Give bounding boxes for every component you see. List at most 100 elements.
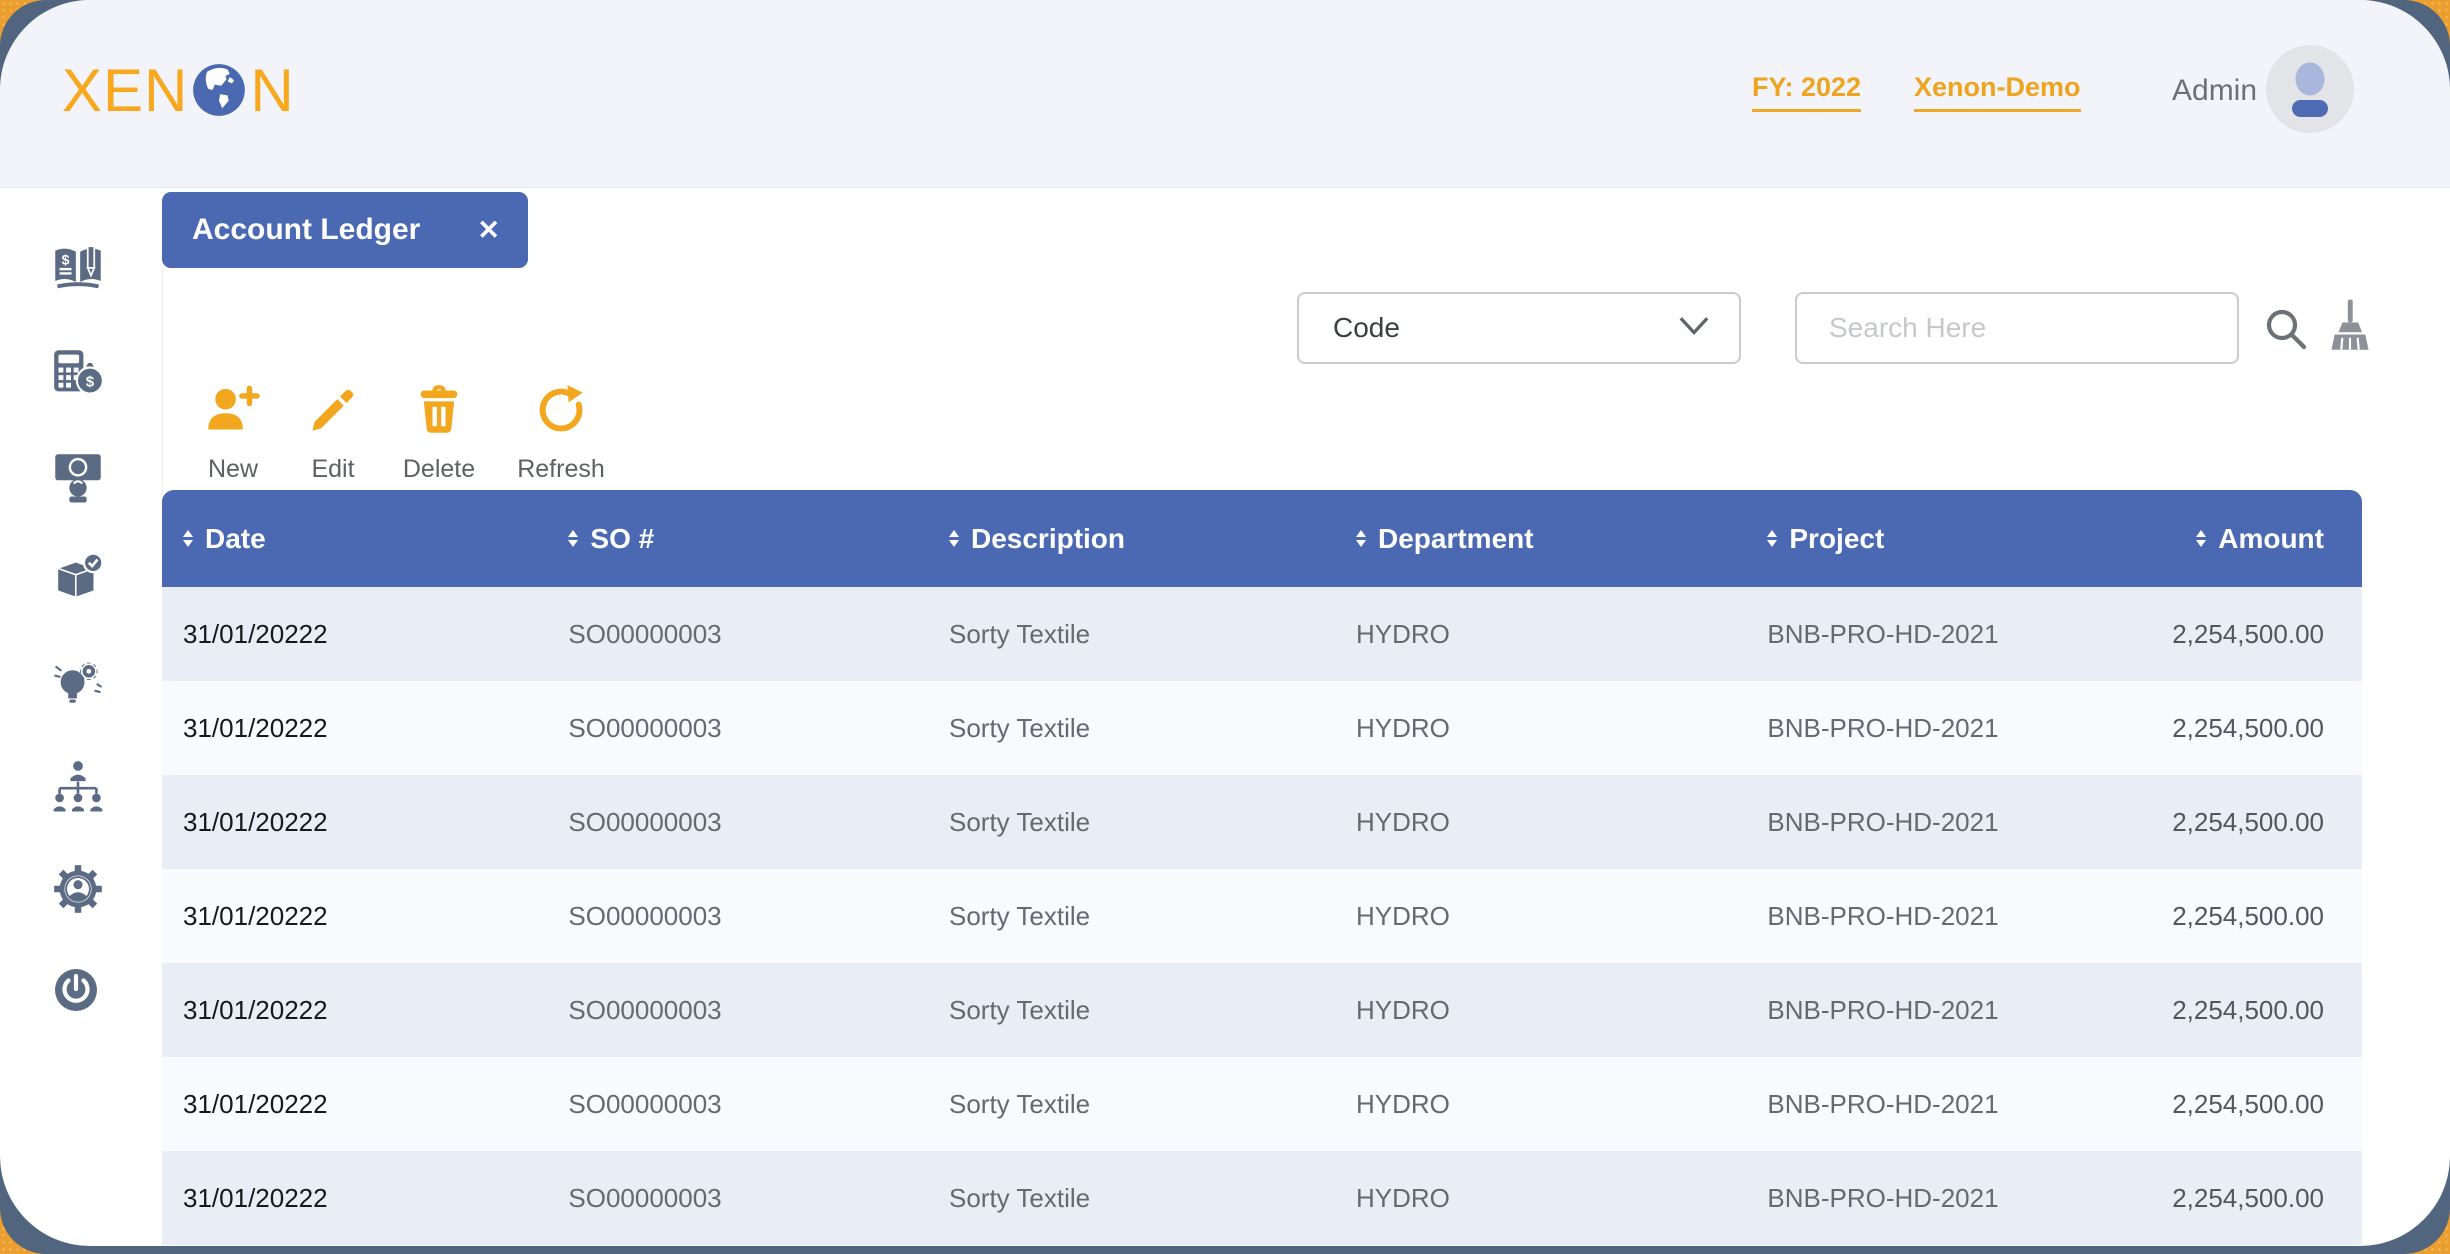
cell-description: Sorty Textile bbox=[948, 618, 1091, 649]
trash-icon bbox=[413, 384, 465, 439]
sort-icon[interactable] bbox=[183, 529, 193, 548]
table-row[interactable]: 31/01/20222 SO00000003 Sorty Textile HYD… bbox=[162, 1151, 2362, 1245]
cell-so: SO00000003 bbox=[568, 1088, 722, 1119]
logo: XEN N bbox=[62, 44, 295, 136]
cell-amount: 2,254,500.00 bbox=[2172, 1182, 2324, 1213]
cell-amount: 2,254,500.00 bbox=[2172, 994, 2324, 1025]
cell-department: HYDRO bbox=[1355, 712, 1450, 743]
cell-description: Sorty Textile bbox=[948, 1182, 1091, 1213]
cell-date: 31/01/20222 bbox=[183, 712, 328, 743]
tab-account-ledger[interactable]: Account Ledger ✕ bbox=[162, 192, 528, 268]
cell-project: BNB-PRO-HD-2021 bbox=[1767, 900, 1999, 931]
column-header-description[interactable]: Description bbox=[942, 490, 1350, 587]
table-row[interactable]: 31/01/20222 SO00000003 Sorty Textile HYD… bbox=[162, 681, 2362, 775]
cell-project: BNB-PRO-HD-2021 bbox=[1767, 712, 1999, 743]
ledger-book-icon: $ bbox=[52, 245, 104, 298]
cell-project: BNB-PRO-HD-2021 bbox=[1767, 806, 1999, 837]
cell-department: HYDRO bbox=[1355, 618, 1450, 649]
sort-icon[interactable] bbox=[2196, 529, 2207, 548]
sidebar-item-planning[interactable] bbox=[52, 654, 104, 706]
sidebar-item-logout[interactable] bbox=[52, 966, 100, 1014]
column-header-project[interactable]: Project bbox=[1761, 490, 2026, 587]
column-header-amount[interactable]: Amount bbox=[2025, 490, 2362, 587]
cell-description: Sorty Textile bbox=[948, 994, 1091, 1025]
tab-title: Account Ledger bbox=[192, 213, 421, 246]
cell-date: 31/01/20222 bbox=[183, 900, 328, 931]
sidebar-item-organization[interactable] bbox=[52, 760, 104, 812]
search-input[interactable] bbox=[1795, 292, 2239, 364]
refresh-button[interactable]: Refresh bbox=[498, 384, 624, 484]
globe-icon bbox=[191, 62, 247, 118]
idea-gears-icon bbox=[52, 662, 104, 709]
sort-icon[interactable] bbox=[568, 529, 579, 548]
cell-department: HYDRO bbox=[1355, 1182, 1450, 1213]
column-header-so[interactable]: SO # bbox=[562, 490, 943, 587]
pencil-icon bbox=[307, 384, 359, 439]
sidebar-item-accounting[interactable]: $ bbox=[52, 347, 104, 399]
edit-button[interactable]: Edit bbox=[284, 384, 382, 484]
sidebar-item-inventory[interactable] bbox=[52, 552, 104, 604]
code-dropdown[interactable]: Code bbox=[1297, 292, 1741, 364]
cell-so: SO00000003 bbox=[568, 806, 722, 837]
person-plus-icon bbox=[205, 384, 261, 439]
cash-payment-icon bbox=[52, 454, 104, 506]
clear-filter-button[interactable] bbox=[2326, 298, 2374, 360]
cell-department: HYDRO bbox=[1355, 900, 1450, 931]
sort-icon[interactable] bbox=[1355, 529, 1366, 548]
company-link[interactable]: Xenon-Demo bbox=[1914, 72, 2081, 112]
cell-date: 31/01/20222 bbox=[183, 1182, 328, 1213]
cell-amount: 2,254,500.00 bbox=[2172, 806, 2324, 837]
table-row[interactable]: 31/01/20222 SO00000003 Sorty Textile HYD… bbox=[162, 1057, 2362, 1151]
ledger-table: Date SO # Description Department Project… bbox=[162, 490, 2362, 1245]
top-bar: XEN N FY: 2022 Xenon-Demo Admin bbox=[0, 0, 2450, 188]
sidebar-item-ledger[interactable]: $ bbox=[52, 243, 104, 295]
org-chart-icon bbox=[52, 761, 104, 815]
cell-date: 31/01/20222 bbox=[183, 1088, 328, 1119]
refresh-button-label: Refresh bbox=[517, 455, 605, 483]
table-row[interactable]: 31/01/20222 SO00000003 Sorty Textile HYD… bbox=[162, 587, 2362, 681]
column-header-date[interactable]: Date bbox=[162, 490, 563, 587]
sidebar-item-user-settings[interactable] bbox=[52, 863, 104, 915]
cell-department: HYDRO bbox=[1355, 1088, 1450, 1119]
fiscal-year-link[interactable]: FY: 2022 bbox=[1752, 72, 1862, 112]
cell-date: 31/01/20222 bbox=[183, 994, 328, 1025]
app-window: XEN N FY: 2022 Xenon-Demo Admin $ $ Acco… bbox=[0, 0, 2450, 1246]
search-icon bbox=[2262, 309, 2310, 357]
sidebar-item-payments[interactable] bbox=[52, 451, 104, 503]
broom-icon bbox=[2326, 299, 2374, 363]
cell-date: 31/01/20222 bbox=[183, 618, 328, 649]
cell-amount: 2,254,500.00 bbox=[2172, 1088, 2324, 1119]
cell-so: SO00000003 bbox=[568, 712, 722, 743]
svg-text:$: $ bbox=[62, 252, 70, 268]
user-settings-icon bbox=[52, 865, 104, 918]
cell-department: HYDRO bbox=[1355, 994, 1450, 1025]
code-dropdown-value: Code bbox=[1333, 312, 1400, 343]
column-header-department[interactable]: Department bbox=[1349, 490, 1762, 587]
logo-text-right: N bbox=[250, 56, 295, 124]
power-icon bbox=[52, 969, 100, 1017]
chevron-down-icon bbox=[1677, 315, 1711, 342]
refresh-icon bbox=[535, 384, 587, 439]
new-button[interactable]: New bbox=[180, 384, 286, 484]
edit-button-label: Edit bbox=[311, 455, 355, 483]
package-check-icon bbox=[52, 552, 104, 607]
cell-amount: 2,254,500.00 bbox=[2172, 712, 2324, 743]
calculator-money-icon: $ bbox=[52, 350, 104, 402]
svg-text:$: $ bbox=[86, 374, 95, 391]
close-icon[interactable]: ✕ bbox=[477, 215, 500, 246]
table-row[interactable]: 31/01/20222 SO00000003 Sorty Textile HYD… bbox=[162, 775, 2362, 869]
logo-text-left: XEN bbox=[62, 56, 189, 124]
search-button[interactable] bbox=[2262, 306, 2310, 354]
user-avatar[interactable] bbox=[2266, 45, 2354, 133]
delete-button-label: Delete bbox=[402, 455, 476, 483]
delete-button[interactable]: Delete bbox=[386, 384, 492, 484]
cell-date: 31/01/20222 bbox=[183, 806, 328, 837]
table-row[interactable]: 31/01/20222 SO00000003 Sorty Textile HYD… bbox=[162, 869, 2362, 963]
table-row[interactable]: 31/01/20222 SO00000003 Sorty Textile HYD… bbox=[162, 963, 2362, 1057]
sort-icon[interactable] bbox=[948, 529, 959, 548]
new-button-label: New bbox=[207, 455, 258, 483]
cell-department: HYDRO bbox=[1355, 806, 1450, 837]
sort-icon[interactable] bbox=[1767, 529, 1778, 548]
cell-so: SO00000003 bbox=[568, 1182, 722, 1213]
cell-project: BNB-PRO-HD-2021 bbox=[1767, 618, 1999, 649]
